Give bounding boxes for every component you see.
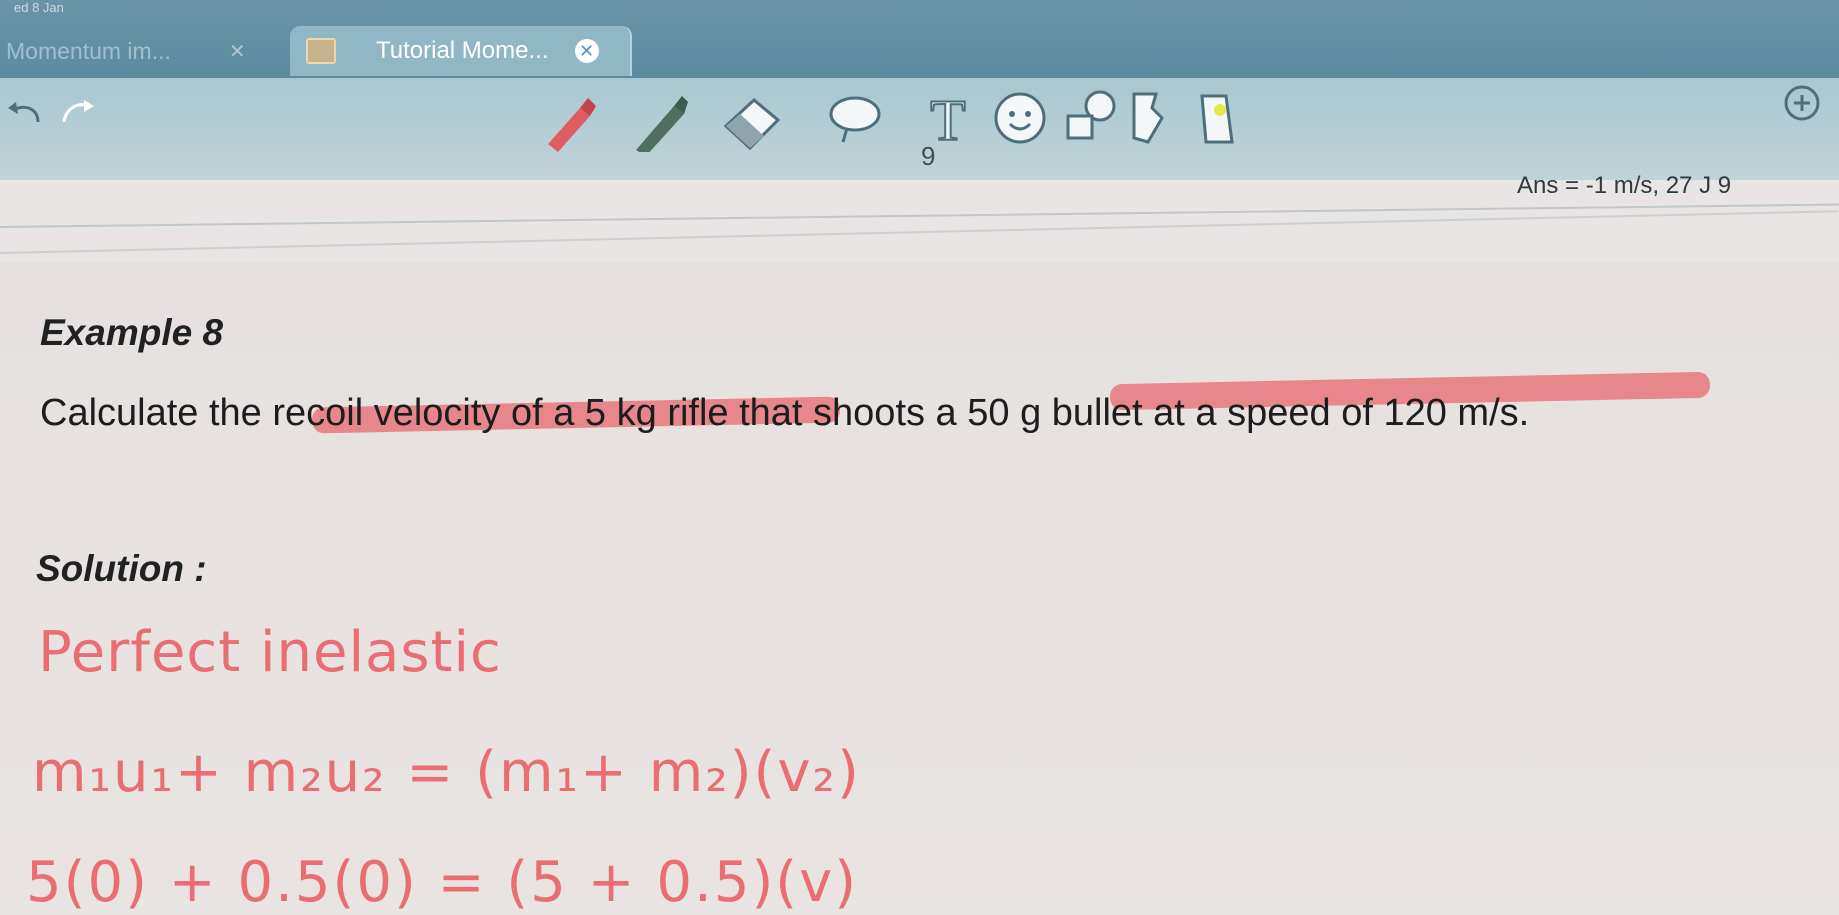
handwritten-line: Perfect inelastic: [38, 620, 502, 685]
question-body: Calculate the recoil velocity of a 5 kg …: [40, 392, 1530, 434]
shape-draw-icon[interactable]: [1122, 88, 1172, 148]
close-icon[interactable]: ✕: [574, 39, 599, 63]
tab-title: Momentum im...: [6, 37, 171, 64]
eraser-icon[interactable]: [720, 92, 784, 152]
handwritten-line: 5(0) + 0.5(0) = (5 + 0.5)(v): [26, 850, 859, 915]
toolbar: T: [0, 78, 1839, 180]
date-label: ed 8 Jan: [14, 0, 64, 15]
question-text: Calculate the recoil velocity of a 5 kg …: [40, 380, 1800, 446]
sticker-icon[interactable]: [990, 88, 1050, 148]
example-title: Example 8: [40, 312, 224, 353]
page-number: 9: [921, 141, 936, 171]
redo-icon[interactable]: [58, 94, 104, 128]
lasso-icon[interactable]: [825, 92, 885, 152]
pen-icon[interactable]: [540, 92, 600, 152]
laser-pointer-icon[interactable]: [1192, 88, 1248, 148]
tab-bar: ed 8 Jan Momentum im... ✕ Tutorial Mome.…: [0, 0, 1839, 78]
solution-label: Solution :: [36, 548, 207, 589]
divider: [0, 210, 1839, 254]
shapes-icon[interactable]: [1060, 86, 1120, 146]
close-icon[interactable]: ✕: [229, 39, 246, 64]
tab-title: Tutorial Mome...: [376, 37, 549, 64]
undo-icon[interactable]: [4, 98, 50, 128]
add-page-icon[interactable]: [1782, 83, 1822, 123]
tab-momentum[interactable]: Momentum im... ✕: [0, 26, 278, 76]
handwritten-line: m₁u₁+ m₂u₂ = (m₁+ m₂)(v₂): [32, 740, 861, 805]
tab-tutorial[interactable]: Tutorial Mome... ✕: [290, 26, 632, 76]
answer-text: Ans = -1 m/s, 27 J 9: [1517, 172, 1732, 199]
text-tool-glyph: T: [930, 88, 965, 150]
document-icon: [306, 38, 336, 64]
pencil-icon[interactable]: [630, 92, 690, 152]
